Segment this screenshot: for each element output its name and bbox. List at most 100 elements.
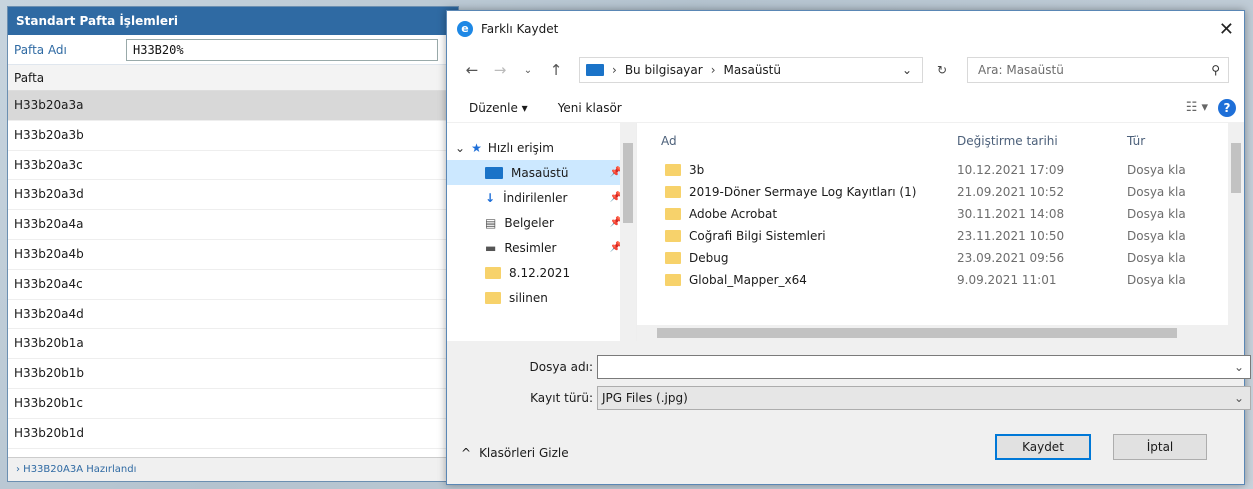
file-name: Debug (689, 251, 729, 265)
up-arrow-icon[interactable]: ↑ (545, 61, 567, 79)
column-header-pafta[interactable]: Pafta (8, 65, 458, 91)
table-row[interactable]: H33b20a4b (8, 240, 458, 270)
folder-icon (665, 164, 681, 176)
column-header-name[interactable]: Ad (637, 134, 957, 148)
file-type: Dosya kla (1127, 163, 1186, 177)
breadcrumb-this-pc[interactable]: Bu bilgisayar (625, 63, 703, 77)
scrollbar-thumb[interactable] (1231, 143, 1241, 193)
address-bar[interactable]: › Bu bilgisayar › Masaüstü ⌄ (579, 57, 923, 83)
search-icon: ⚲ (1211, 63, 1220, 77)
chevron-up-icon: ^ (461, 446, 472, 460)
tree-item-label: Hızlı erişim (487, 140, 554, 155)
file-list-vertical-scrollbar[interactable] (1228, 123, 1244, 325)
folder-icon (485, 266, 501, 279)
save-button[interactable]: Kaydet (995, 434, 1091, 460)
folder-icon (665, 186, 681, 198)
list-item[interactable]: Adobe Acrobat 30.11.2021 14:08 Dosya kla (637, 203, 1244, 225)
tree-item-folder-silinen[interactable]: silinen (447, 285, 636, 310)
scrollbar-thumb[interactable] (657, 328, 1177, 338)
file-name: Coğrafi Bilgi Sistemleri (689, 229, 826, 243)
file-name: Global_Mapper_x64 (689, 273, 807, 287)
list-item[interactable]: 3b 10.12.2021 17:09 Dosya kla (637, 159, 1244, 181)
internet-explorer-icon: e (457, 21, 473, 37)
search-input[interactable]: Ara: Masaüstü ⚲ (967, 57, 1229, 83)
chevron-down-icon[interactable]: ⌄ (902, 63, 912, 77)
breadcrumb-desktop[interactable]: Masaüstü (724, 63, 781, 77)
tree-item-label: Masaüstü (511, 165, 569, 180)
sheet-list: H33b20a3a H33b20a3b H33b20a3c H33b20a3d … (8, 91, 458, 449)
table-row[interactable]: H33b20b1a (8, 329, 458, 360)
folder-icon (665, 252, 681, 264)
folder-icon (665, 208, 681, 220)
navigation-pane: ⌄ ★ Hızlı erişim Masaüstü 📌 ↓ İndirilenl… (447, 123, 637, 341)
list-item[interactable]: 2019-Döner Sermaye Log Kayıtları (1) 21.… (637, 181, 1244, 203)
column-header-type[interactable]: Tür (1127, 134, 1217, 148)
hide-folders-button[interactable]: ^ Klasörleri Gizle (461, 446, 569, 460)
file-type: Dosya kla (1127, 251, 1186, 265)
chevron-down-icon[interactable]: ⌄ (1234, 391, 1244, 405)
expand-chevron-icon[interactable]: ⌄ (455, 141, 465, 155)
table-row[interactable]: H33b20a3d (8, 180, 458, 211)
file-list-header: Ad Değiştirme tarihi Tür (637, 123, 1244, 159)
tree-item-downloads[interactable]: ↓ İndirilenler 📌 (447, 185, 636, 210)
computer-icon (586, 64, 604, 76)
sheet-name-label: Pafta Adı (14, 42, 67, 57)
file-name: Adobe Acrobat (689, 207, 778, 221)
document-icon: ▤ (485, 215, 497, 230)
tree-item-documents[interactable]: ▤ Belgeler 📌 (447, 210, 636, 235)
cancel-button[interactable]: İptal (1113, 434, 1207, 460)
organize-button[interactable]: Düzenle ▾ (469, 101, 528, 115)
forward-arrow-icon[interactable]: → (489, 61, 511, 79)
tree-item-label: silinen (509, 290, 548, 305)
file-name: 3b (689, 163, 705, 177)
search-placeholder: Ara: Masaüstü (978, 63, 1064, 77)
file-name: 2019-Döner Sermaye Log Kayıtları (1) (689, 185, 917, 199)
save-as-dialog: e Farklı Kaydet ✕ ← → ⌄ ↑ › Bu bilgisaya… (446, 10, 1251, 485)
recent-locations-chevron-icon[interactable]: ⌄ (517, 65, 539, 76)
dialog-footer: Dosya adı: ⌄ Kayıt türü: JPG Files (.jpg… (447, 341, 1251, 484)
tree-item-desktop[interactable]: Masaüstü 📌 (447, 160, 636, 185)
filename-row: Dosya adı: ⌄ (447, 355, 1251, 379)
filename-field[interactable]: ⌄ (597, 355, 1251, 379)
close-icon[interactable]: ✕ (1219, 19, 1234, 40)
file-date: 23.09.2021 09:56 (957, 251, 1065, 265)
tree-scrollbar[interactable] (620, 123, 636, 341)
folder-icon (485, 291, 501, 304)
tree-item-pictures[interactable]: ▬ Resimler 📌 (447, 235, 636, 260)
filename-label: Dosya adı: (529, 360, 593, 374)
new-folder-button[interactable]: Yeni klasör (558, 101, 622, 115)
view-options-icon[interactable]: ☷ ▾ (1186, 100, 1208, 115)
chevron-down-icon[interactable]: ⌄ (1234, 360, 1244, 374)
list-item[interactable]: Coğrafi Bilgi Sistemleri 23.11.2021 10:5… (637, 225, 1244, 247)
list-item[interactable]: Global_Mapper_x64 9.09.2021 11:01 Dosya … (637, 269, 1244, 291)
column-header-date[interactable]: Değiştirme tarihi (957, 134, 1127, 148)
help-icon[interactable]: ? (1218, 98, 1236, 117)
standard-sheet-panel: Standart Pafta İşlemleri Pafta Adı Pafta… (7, 6, 459, 482)
table-row[interactable]: H33b20a4a (8, 210, 458, 240)
table-row[interactable]: H33b20b1d (8, 419, 458, 449)
dialog-body: ⌄ ★ Hızlı erişim Masaüstü 📌 ↓ İndirilenl… (447, 123, 1244, 341)
table-row[interactable]: H33b20a3b (8, 121, 458, 151)
table-row[interactable]: H33b20a3a (8, 91, 458, 121)
file-list: Ad Değiştirme tarihi Tür 3b 10.12.2021 1… (637, 123, 1244, 341)
filetype-select[interactable]: JPG Files (.jpg) ⌄ (597, 386, 1251, 410)
download-arrow-icon: ↓ (485, 190, 496, 205)
refresh-icon[interactable]: ↻ (929, 63, 955, 77)
table-row[interactable]: H33b20a4c (8, 270, 458, 300)
file-type: Dosya kla (1127, 207, 1186, 221)
table-row[interactable]: H33b20b1b (8, 359, 458, 389)
file-date: 9.09.2021 11:01 (957, 273, 1057, 287)
breadcrumb-separator: › (710, 63, 716, 77)
list-item[interactable]: Debug 23.09.2021 09:56 Dosya kla (637, 247, 1244, 269)
tree-item-folder-8-12-2021[interactable]: 8.12.2021 (447, 260, 636, 285)
file-list-horizontal-scrollbar[interactable] (637, 325, 1244, 341)
navigation-bar: ← → ⌄ ↑ › Bu bilgisayar › Masaüstü ⌄ ↻ A… (447, 47, 1244, 93)
file-date: 21.09.2021 10:52 (957, 185, 1065, 199)
scrollbar-thumb[interactable] (623, 143, 633, 223)
tree-item-quick-access[interactable]: ⌄ ★ Hızlı erişim (447, 135, 636, 160)
table-row[interactable]: H33b20a3c (8, 151, 458, 181)
back-arrow-icon[interactable]: ← (461, 61, 483, 79)
table-row[interactable]: H33b20a4d (8, 300, 458, 330)
table-row[interactable]: H33b20b1c (8, 389, 458, 419)
sheet-name-input[interactable] (126, 38, 438, 61)
